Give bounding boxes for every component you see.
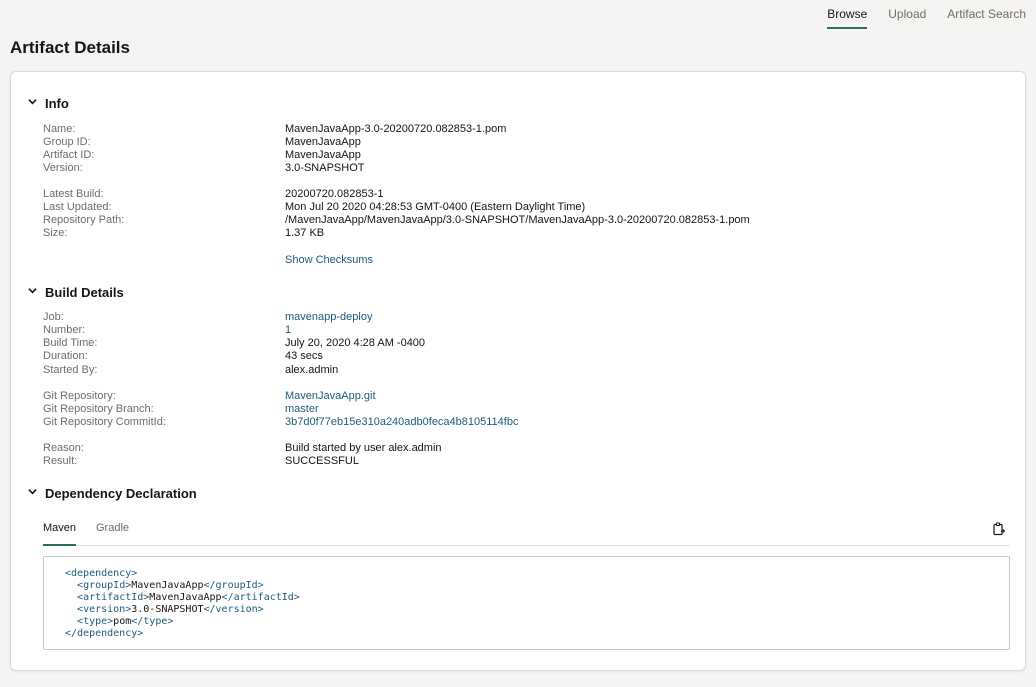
tab-upload[interactable]: Upload xyxy=(888,0,926,29)
group-id-value: MavenJavaApp xyxy=(285,136,361,148)
chevron-down-icon xyxy=(28,288,37,294)
dependency-section-toggle[interactable]: Dependency Declaration xyxy=(28,486,197,501)
latest-build-value: 20200720.082853-1 xyxy=(285,188,384,200)
code-artifactid-value: MavenJavaApp xyxy=(149,592,222,603)
size-label: Size: xyxy=(43,227,68,239)
git-commit-link[interactable]: 3b7d0f77eb15e310a240adb0feca4b8105114fbc xyxy=(285,416,518,428)
page-title: Artifact Details xyxy=(10,38,130,57)
code-artifactid-open: <artifactId> xyxy=(77,592,150,603)
version-label: Version: xyxy=(43,162,83,174)
artifact-id-value: MavenJavaApp xyxy=(285,149,361,161)
dependency-tabs: Maven Gradle xyxy=(43,522,1010,546)
artifact-details-panel: Info Name: MavenJavaApp-3.0-20200720.082… xyxy=(10,71,1026,671)
latest-build-label: Latest Build: xyxy=(43,188,104,200)
code-groupid-value: MavenJavaApp xyxy=(131,580,204,591)
result-value: SUCCESSFUL xyxy=(285,455,359,467)
show-checksums-link[interactable]: Show Checksums xyxy=(285,254,373,266)
dependency-code-block[interactable]: <dependency> <groupId>MavenJavaApp</grou… xyxy=(43,556,1010,650)
artifact-id-label: Artifact ID: xyxy=(43,149,95,161)
job-label: Job: xyxy=(43,311,64,323)
code-groupid-close: </groupId> xyxy=(203,580,264,591)
name-value: MavenJavaApp-3.0-20200720.082853-1.pom xyxy=(285,123,507,135)
build-details-heading: Build Details xyxy=(45,285,124,300)
git-branch-link[interactable]: master xyxy=(285,403,319,415)
started-by-value: alex.admin xyxy=(285,364,339,376)
tab-artifact-search[interactable]: Artifact Search xyxy=(947,0,1026,29)
build-number-link[interactable]: 1 xyxy=(285,324,291,336)
duration-value: 43 secs xyxy=(285,350,323,362)
code-type-close: </type> xyxy=(131,616,174,627)
version-value: 3.0-SNAPSHOT xyxy=(285,162,365,174)
name-label: Name: xyxy=(43,123,76,135)
result-label: Result: xyxy=(43,455,78,467)
started-by-label: Started By: xyxy=(43,364,98,376)
build-details-section-toggle[interactable]: Build Details xyxy=(28,285,124,300)
build-time-label: Build Time: xyxy=(43,337,98,349)
git-repository-label: Git Repository: xyxy=(43,390,116,402)
code-type-open: <type> xyxy=(77,616,114,627)
tab-browse[interactable]: Browse xyxy=(827,0,868,29)
chevron-down-icon xyxy=(28,489,37,495)
build-time-value: July 20, 2020 4:28 AM -0400 xyxy=(285,337,426,349)
info-heading: Info xyxy=(45,96,69,111)
code-version-value: 3.0-SNAPSHOT xyxy=(131,604,204,615)
size-value: 1.37 KB xyxy=(285,227,325,239)
reason-label: Reason: xyxy=(43,442,84,454)
copy-to-clipboard-icon[interactable] xyxy=(992,522,1006,536)
code-version-close: </version> xyxy=(203,604,264,615)
repository-path-value: /MavenJavaApp/MavenJavaApp/3.0-SNAPSHOT/… xyxy=(285,214,750,226)
last-updated-value: Mon Jul 20 2020 04:28:53 GMT-0400 (Easte… xyxy=(285,201,586,213)
reason-value: Build started by user alex.admin xyxy=(285,442,442,454)
chevron-down-icon xyxy=(28,99,37,105)
git-commit-label: Git Repository CommitId: xyxy=(43,416,166,428)
info-section-toggle[interactable]: Info xyxy=(28,96,69,111)
top-navigation: Browse Upload Artifact Search xyxy=(806,0,1036,30)
number-label: Number: xyxy=(43,324,86,336)
duration-label: Duration: xyxy=(43,350,88,362)
job-link[interactable]: mavenapp-deploy xyxy=(285,311,372,323)
tab-gradle[interactable]: Gradle xyxy=(96,522,129,546)
dependency-heading: Dependency Declaration xyxy=(45,486,197,501)
git-branch-label: Git Repository Branch: xyxy=(43,403,154,415)
code-artifactid-close: </artifactId> xyxy=(221,592,300,603)
code-groupid-open: <groupId> xyxy=(77,580,132,591)
tab-maven[interactable]: Maven xyxy=(43,522,77,546)
code-type-value: pom xyxy=(113,616,132,627)
code-version-open: <version> xyxy=(77,604,132,615)
code-dependency-open: <dependency> xyxy=(65,568,138,579)
last-updated-label: Last Updated: xyxy=(43,201,112,213)
group-id-label: Group ID: xyxy=(43,136,91,148)
code-dependency-close: </dependency> xyxy=(65,628,144,639)
repository-path-label: Repository Path: xyxy=(43,214,125,226)
git-repository-link[interactable]: MavenJavaApp.git xyxy=(285,390,376,402)
